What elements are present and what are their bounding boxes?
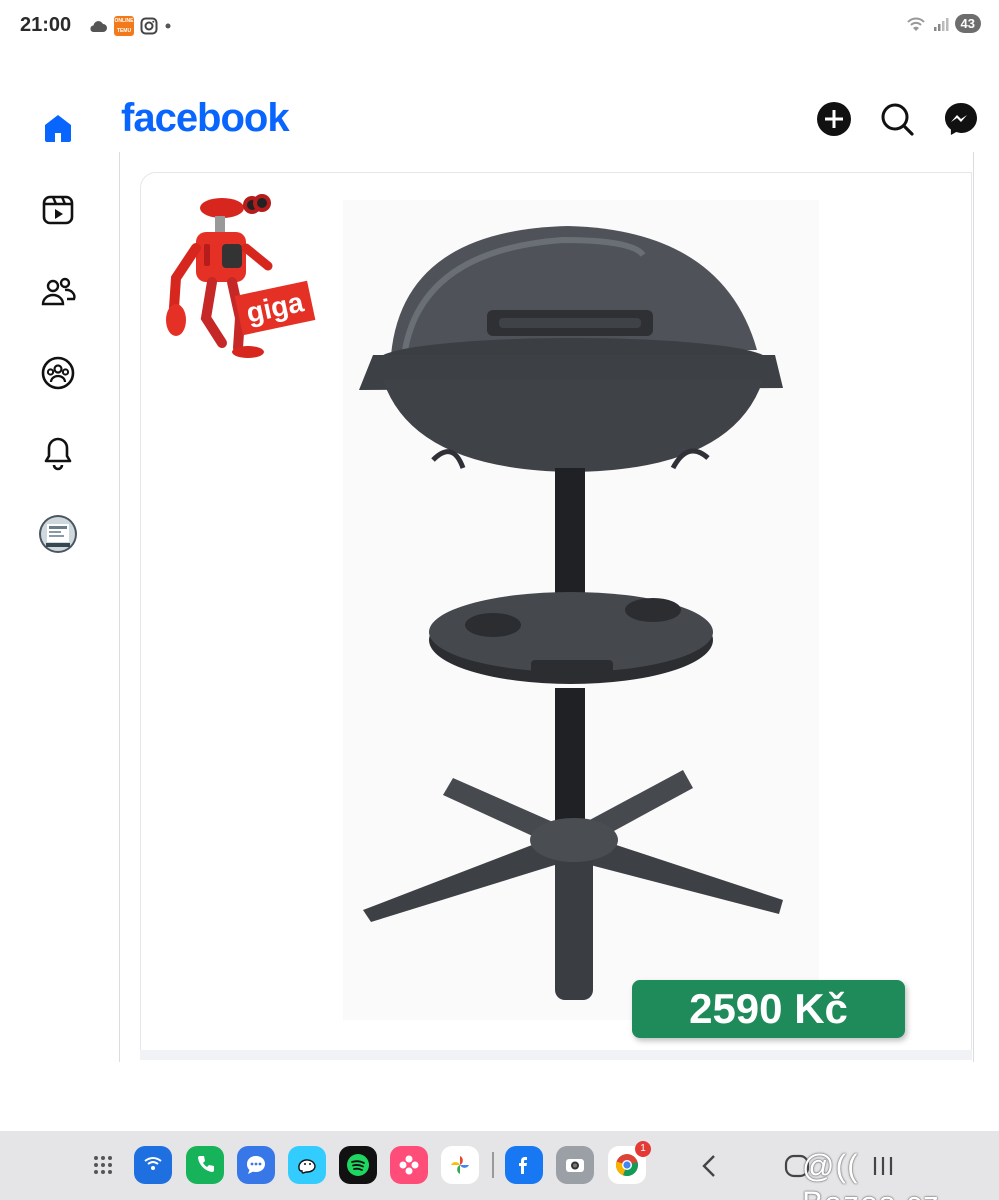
facebook-logo[interactable]: facebook xyxy=(121,96,290,141)
groups-icon xyxy=(41,356,75,390)
messages-app-icon xyxy=(246,1156,265,1174)
signal-icon xyxy=(933,17,949,31)
photos-app[interactable] xyxy=(441,1146,479,1184)
spotify-app[interactable] xyxy=(339,1146,377,1184)
camera-app[interactable] xyxy=(556,1146,594,1184)
wallet-app-icon xyxy=(144,1157,162,1170)
screen: 21:00 ONLINE TEMU 43 facebook giga 2590 … xyxy=(0,0,999,1200)
search-button[interactable] xyxy=(878,100,916,138)
nav-home[interactable] xyxy=(36,106,80,150)
grill-product-image[interactable] xyxy=(343,200,819,1020)
bazos-watermark: @(( Bazos.cz xyxy=(802,1148,939,1200)
phone-app-icon xyxy=(198,1156,214,1172)
app-drawer-icon xyxy=(94,1156,112,1174)
wallet-app[interactable] xyxy=(134,1146,172,1184)
video-icon xyxy=(42,195,74,225)
friends-icon xyxy=(41,277,76,306)
gallery-app[interactable] xyxy=(390,1146,428,1184)
spotify-app-icon xyxy=(347,1154,369,1176)
nav-notifications[interactable] xyxy=(36,431,80,475)
facebook-app[interactable] xyxy=(505,1146,543,1184)
search-icon xyxy=(881,103,914,136)
dock-separator xyxy=(492,1152,494,1178)
camera-app-icon xyxy=(566,1159,584,1172)
instagram-icon xyxy=(140,17,158,35)
messages-app[interactable] xyxy=(237,1146,275,1184)
wifi-icon xyxy=(906,17,925,31)
card-divider xyxy=(140,1050,972,1060)
dot-icon xyxy=(165,23,171,29)
chrome-notification-badge: 1 xyxy=(635,1141,651,1157)
create-button[interactable] xyxy=(815,100,853,138)
status-notification-icons: ONLINE TEMU xyxy=(88,16,172,36)
status-time: 21:00 xyxy=(20,14,72,36)
messenger-icon xyxy=(945,103,977,135)
waze-app-icon xyxy=(298,1159,316,1174)
photos-app-icon xyxy=(451,1156,469,1174)
chrome-app-icon xyxy=(615,1154,638,1177)
nav-profile[interactable] xyxy=(36,512,80,556)
gallery-app-icon xyxy=(399,1155,419,1175)
home-icon xyxy=(45,115,71,142)
temu-line-2: TEMU xyxy=(116,28,132,34)
nav-groups[interactable] xyxy=(36,351,80,395)
cloud-icon xyxy=(90,21,107,32)
nav-video[interactable] xyxy=(36,188,80,232)
waze-app[interactable] xyxy=(288,1146,326,1184)
back-icon[interactable] xyxy=(698,1153,720,1179)
profile-avatar xyxy=(39,515,77,553)
status-bar: 21:00 ONLINE TEMU 43 xyxy=(0,0,999,54)
facebook-app-icon xyxy=(519,1157,527,1174)
battery-indicator: 43 xyxy=(954,14,981,33)
temu-icon: ONLINE TEMU xyxy=(114,16,134,36)
messenger-button[interactable] xyxy=(942,100,980,138)
giga-robot-logo[interactable]: giga xyxy=(160,188,320,368)
phone-app[interactable] xyxy=(186,1146,224,1184)
price-badge: 2590 Kč xyxy=(632,980,905,1038)
notifications-icon xyxy=(44,437,72,471)
temu-line-1: ONLINE xyxy=(114,18,134,24)
status-system-icons: 43 xyxy=(905,14,981,33)
nav-friends[interactable] xyxy=(36,270,80,314)
app-drawer-button[interactable] xyxy=(84,1146,122,1184)
create-icon xyxy=(817,102,851,136)
